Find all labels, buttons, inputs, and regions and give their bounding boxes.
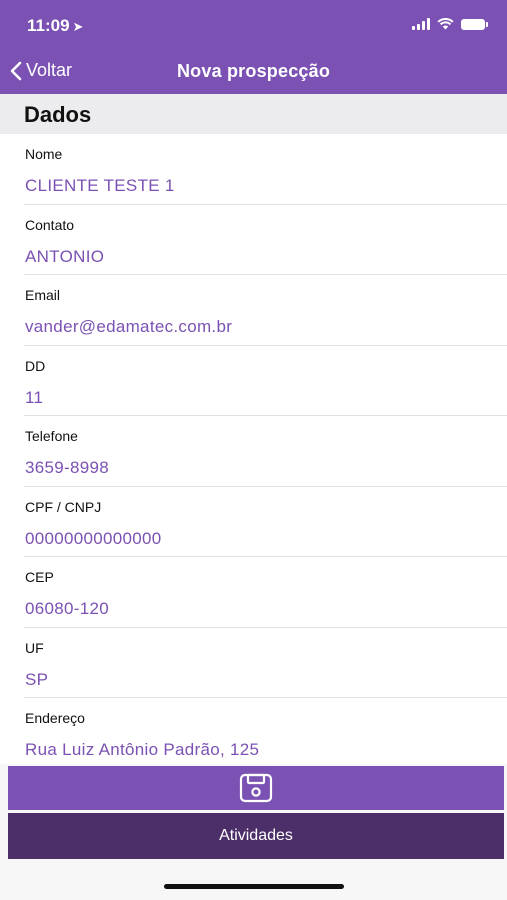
field-contato[interactable]: Contato ANTONIO [24,205,507,275]
activities-button-label: Atividades [219,827,293,844]
field-endereco[interactable]: Endereço Rua Luiz Antônio Padrão, 125 [24,698,507,764]
field-label: CPF / CNPJ [25,498,102,515]
field-cpf-cnpj[interactable]: CPF / CNPJ 00000000000000 [24,487,507,557]
field-label: Nome [25,146,63,162]
field-label: Contato [25,216,75,233]
field-label: UF [25,639,44,656]
signal-icon [412,18,430,30]
activities-button[interactable]: Atividades [8,813,504,859]
battery-icon [461,18,488,30]
field-nome[interactable]: Nome CLIENTE TESTE 1 [24,134,507,205]
navigation-bar: Voltar Nova prospecção [0,48,507,94]
page-title: Nova prospecção [176,61,331,81]
section-header: Dados [0,94,507,134]
field-value[interactable]: ANTONIO [25,247,104,267]
field-dd[interactable]: DD 11 [24,346,507,416]
status-bar: 11:09 ➤ [0,0,507,48]
status-time: 11:09 ➤ [27,16,83,36]
field-value[interactable]: SP [25,670,48,690]
save-icon [239,773,273,803]
field-value[interactable]: 00000000000000 [25,529,162,549]
home-indicator[interactable] [164,884,344,889]
field-label: Email [25,287,61,303]
field-telefone[interactable]: Telefone 3659-8998 [24,416,507,487]
field-label: DD [25,357,46,374]
field-cep[interactable]: CEP 06080-120 [24,557,507,628]
field-value[interactable]: 3659-8998 [25,458,109,478]
field-label: Telefone [25,428,78,444]
field-uf[interactable]: UF SP [24,628,507,698]
wifi-icon [437,18,454,30]
field-label: CEP [25,569,54,585]
section-title: Dados [24,102,92,127]
status-icons [412,18,488,30]
field-email[interactable]: Email vander@edamatec.com.br [24,275,507,346]
prospect-form: Nome CLIENTE TESTE 1 Contato ANTONIO Ema… [0,134,507,764]
field-value[interactable]: vander@edamatec.com.br [25,317,232,337]
location-arrow-icon: ➤ [72,19,84,34]
field-value[interactable]: 06080-120 [25,599,109,619]
field-value[interactable]: CLIENTE TESTE 1 [25,176,175,196]
status-time-text: 11:09 [27,16,70,35]
field-label: Endereço [25,710,85,726]
field-value[interactable]: 11 [25,388,43,408]
field-value[interactable]: Rua Luiz Antônio Padrão, 125 [25,740,259,760]
save-button[interactable] [8,766,504,810]
